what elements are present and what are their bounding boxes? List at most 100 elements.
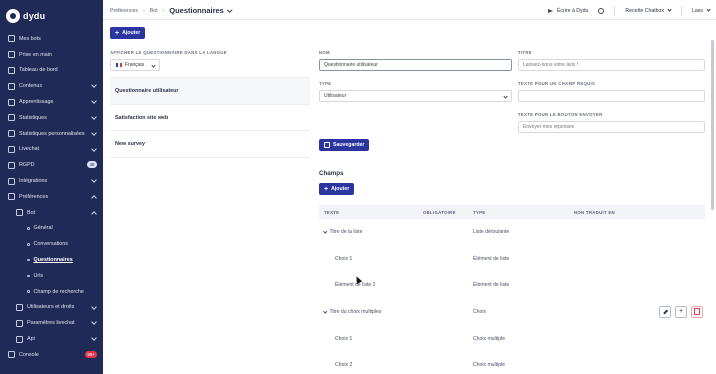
save-icon bbox=[324, 142, 330, 148]
bot-icon bbox=[8, 35, 15, 43]
edit-icon[interactable] bbox=[659, 305, 671, 318]
row-text-cell: Titre de la liste bbox=[319, 229, 423, 235]
sidebar-item-mes-bots[interactable]: Mes bots bbox=[0, 31, 103, 47]
add-field-label: Ajouter bbox=[331, 186, 350, 192]
sidebar-item-api[interactable]: Api bbox=[0, 331, 103, 347]
column-header-required: OBLIGATOIRE bbox=[423, 209, 456, 215]
sidebar-item-console[interactable]: Console 99+ bbox=[0, 347, 103, 363]
write-to-dydu-button[interactable]: Écrire à Dydu bbox=[547, 7, 589, 14]
topbar: Préférences › Bot › Questionnaires Écrir… bbox=[103, 0, 716, 20]
write-to-dydu-label: Écrire à Dydu bbox=[556, 7, 589, 14]
table-row[interactable]: Choix 2 Choix multiple bbox=[319, 352, 705, 374]
table-row[interactable]: Élément de liste 2 Élément de liste bbox=[319, 272, 705, 299]
add-questionnaire-label: Ajouter bbox=[122, 30, 141, 36]
table-row[interactable]: Choix 1 Élément de liste bbox=[319, 246, 705, 273]
bot-settings-icon bbox=[16, 209, 23, 217]
row-type: Élément de liste bbox=[473, 282, 510, 289]
api-icon bbox=[16, 335, 23, 343]
topbar-actions: Écrire à Dydu Recette Chatbox Lass bbox=[538, 6, 711, 15]
sidebar-item-prise-en-main[interactable]: Prise en main bbox=[0, 47, 103, 63]
table-row[interactable]: Titre du choix multiples Choix + bbox=[319, 299, 705, 326]
rocket-icon bbox=[8, 51, 15, 59]
type-select[interactable]: Utilisateur bbox=[319, 90, 512, 102]
save-button[interactable]: Sauvegarder bbox=[319, 139, 370, 151]
sidebar-item-tableau-de-bord[interactable]: Tableau de bord bbox=[0, 63, 103, 79]
user-menu[interactable]: Lass bbox=[692, 7, 711, 14]
bullet-icon bbox=[27, 258, 30, 262]
title-field-placeholder: Laissez-nous votre avis ! bbox=[523, 62, 579, 68]
title-field[interactable]: Laissez-nous votre avis ! bbox=[518, 59, 705, 71]
sidebar-item-parametres-livechat[interactable]: Paramètres livechat bbox=[0, 315, 103, 331]
questionnaire-list: Questionnaire utilisateur Satisfaction s… bbox=[110, 77, 310, 159]
logo[interactable]: dydu bbox=[6, 9, 45, 23]
list-item[interactable]: New survey bbox=[110, 131, 310, 159]
plug-icon bbox=[8, 177, 15, 185]
eye-icon bbox=[8, 98, 15, 106]
sidebar-item-rgpd[interactable]: RGPD 38 bbox=[0, 157, 103, 173]
table-row[interactable]: Titre de la liste Liste déroulante bbox=[319, 219, 705, 246]
breadcrumb: Préférences › Bot › Questionnaires bbox=[110, 6, 233, 15]
sidebar-item-livechat[interactable]: Livechat bbox=[0, 142, 103, 158]
caret-down-icon[interactable] bbox=[323, 309, 328, 314]
sidebar-item-questionnaires[interactable]: Questionnaires bbox=[0, 252, 103, 268]
row-type: Choix multiple bbox=[473, 335, 505, 342]
breadcrumb-preferences[interactable]: Préférences bbox=[110, 8, 138, 14]
console-count-badge: 99+ bbox=[85, 350, 97, 358]
chevron-down-icon bbox=[151, 62, 156, 68]
send-button-caption: TEXTE POUR LE BOUTON ENVOYER bbox=[518, 112, 603, 117]
list-item[interactable]: Satisfaction site web bbox=[110, 104, 310, 132]
chevron-down-icon bbox=[503, 93, 508, 99]
sidebar-item-statistiques-personnalisees[interactable]: Statistiques personnalisées bbox=[0, 126, 103, 142]
gear-icon bbox=[8, 193, 15, 201]
rgpd-count-badge: 38 bbox=[87, 161, 97, 169]
sidebar-item-champ-de-recherche[interactable]: Champ de recherche bbox=[0, 284, 103, 300]
scrollbar[interactable] bbox=[711, 40, 714, 210]
chevron-down-icon bbox=[91, 82, 97, 89]
chevron-up-icon bbox=[91, 210, 97, 217]
sidebar-item-conversations[interactable]: Conversations bbox=[0, 236, 103, 252]
chevron-down-icon bbox=[706, 7, 711, 12]
sidebar-item-apprentissage[interactable]: Apprentissage bbox=[0, 94, 103, 110]
add-questionnaire-button[interactable]: + Ajouter bbox=[110, 27, 146, 39]
add-icon[interactable]: + bbox=[675, 305, 687, 318]
fields-table: TEXTE OBLIGATOIRE TYPE NON TRADUIT EN Ti… bbox=[319, 205, 705, 374]
sidebar-item-contenus[interactable]: Contenus bbox=[0, 78, 103, 94]
bot-selector[interactable]: Recette Chatbox bbox=[625, 7, 672, 14]
chart-icon bbox=[8, 114, 15, 122]
row-text: Choix 1 bbox=[335, 335, 353, 342]
language-select[interactable]: Français bbox=[110, 59, 160, 71]
sidebar-item-preferences[interactable]: Préférences bbox=[0, 189, 103, 205]
sidebar-item-urls[interactable]: Urls bbox=[0, 268, 103, 284]
breadcrumb-bot[interactable]: Bot bbox=[150, 8, 158, 14]
plus-icon: + bbox=[115, 29, 120, 37]
sidebar-item-statistiques[interactable]: Statistiques bbox=[0, 110, 103, 126]
caret-down-icon[interactable] bbox=[323, 229, 328, 234]
send-button-text-field[interactable]: Envoyer mes réponses bbox=[518, 121, 705, 133]
sidebar-nav: Mes bots Prise en main Tableau de bord C… bbox=[0, 31, 103, 363]
chevron-down-icon bbox=[91, 98, 97, 105]
required-text-field[interactable] bbox=[518, 90, 705, 102]
sidebar-item-integrations[interactable]: Intégrations bbox=[0, 173, 103, 189]
chevron-down-icon bbox=[91, 145, 97, 152]
column-header-type: TYPE bbox=[473, 209, 486, 215]
language-value: Français bbox=[125, 62, 145, 68]
row-text: Élément de liste 2 bbox=[335, 282, 376, 289]
delete-icon[interactable] bbox=[691, 305, 703, 318]
table-row[interactable]: Choix 1 Choix multiple bbox=[319, 325, 705, 352]
add-field-button[interactable]: + Ajouter bbox=[319, 183, 355, 195]
bullet-icon bbox=[27, 274, 30, 278]
name-field[interactable]: Questionnaire utilisateur bbox=[319, 59, 512, 71]
sidebar-item-general[interactable]: Général bbox=[0, 221, 103, 237]
help-icon[interactable] bbox=[598, 7, 605, 14]
sidebar-item-utilisateurs-et-droits[interactable]: Utilisateurs et droits bbox=[0, 300, 103, 316]
sidebar-item-bot[interactable]: Bot bbox=[0, 205, 103, 221]
column-header-not-translated: NON TRADUIT EN bbox=[574, 209, 615, 215]
row-text-cell: Titre du choix multiples bbox=[319, 309, 423, 315]
list-item[interactable]: Questionnaire utilisateur bbox=[110, 78, 310, 105]
chevron-down-icon[interactable] bbox=[227, 7, 233, 12]
row-type: Élément de liste bbox=[473, 255, 510, 262]
table-header: TEXTE OBLIGATOIRE TYPE NON TRADUIT EN bbox=[319, 205, 705, 219]
chart-custom-icon bbox=[8, 130, 15, 138]
plus-icon: + bbox=[324, 185, 329, 193]
logo-text: dydu bbox=[23, 11, 46, 21]
